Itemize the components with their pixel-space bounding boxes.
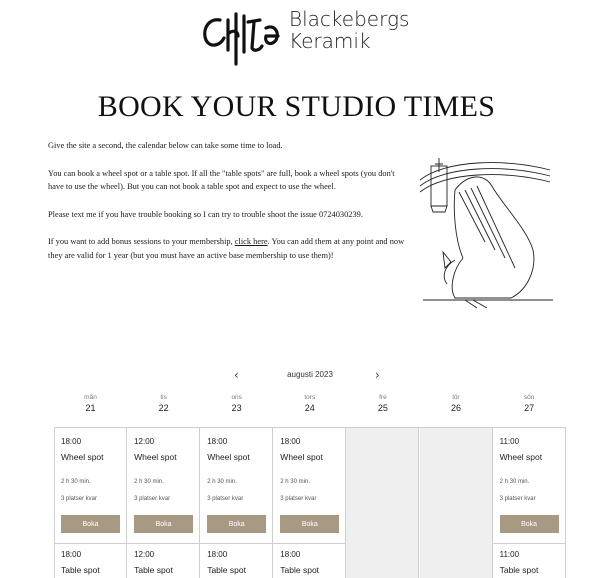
intro-paragraph-spots: You can book a wheel spot or a table spo… bbox=[48, 168, 395, 192]
day-name: mån bbox=[84, 394, 97, 401]
calendar-day-headers: mån 21 tis 22 ons 23 tors 24 fre 25 lör 26 sön 27 bbox=[54, 394, 566, 418]
slot-time: 18:00 bbox=[280, 437, 301, 446]
day-column bbox=[346, 428, 420, 578]
time-slot-table[interactable]: 18:00 Table spot bbox=[54, 544, 127, 578]
chevron-right-icon[interactable]: › bbox=[375, 368, 380, 382]
slot-time: 18:00 bbox=[207, 437, 228, 446]
brand-line-1: Blackebergs bbox=[289, 7, 410, 31]
book-button[interactable]: Boka bbox=[134, 515, 194, 533]
day-header: tors 24 bbox=[273, 394, 346, 415]
slot-availability: 3 platser kvar bbox=[280, 496, 317, 502]
site-header: Blackebergs Keramik bbox=[0, 0, 593, 80]
slot-service: Table spot bbox=[61, 565, 100, 575]
slot-service: Table spot bbox=[499, 565, 539, 575]
day-header: ons 23 bbox=[200, 394, 273, 415]
slot-time: 18:00 bbox=[280, 550, 301, 559]
book-button[interactable]: Boka bbox=[499, 515, 559, 533]
day-date: 27 bbox=[524, 403, 535, 413]
intro-paragraph-bonus: If you want to add bonus sessions to you… bbox=[48, 235, 406, 262]
slot-availability: 3 platser kvar bbox=[207, 496, 244, 502]
day-header: fre 25 bbox=[346, 394, 419, 415]
day-date: 21 bbox=[85, 403, 96, 413]
day-column: 11:00 Wheel spot 2 h 30 min. 3 platser kvar… bbox=[492, 428, 566, 578]
day-date: 25 bbox=[377, 403, 388, 413]
day-name: sön bbox=[523, 394, 535, 401]
slot-service: Wheel spot bbox=[61, 452, 104, 462]
day-header: mån 21 bbox=[54, 394, 127, 415]
day-name: lör bbox=[452, 394, 460, 401]
slot-service: Table spot bbox=[280, 565, 320, 575]
time-slot-table[interactable]: 12:00 Table spot bbox=[127, 544, 200, 578]
day-name: ons bbox=[231, 394, 242, 401]
slot-time: 12:00 bbox=[134, 550, 155, 559]
brand-line-2: Keramik bbox=[289, 29, 371, 53]
slot-time: 18:00 bbox=[61, 550, 82, 559]
logo-icon[interactable] bbox=[198, 6, 284, 68]
brand-name: Blackebergs Keramik bbox=[289, 8, 409, 52]
slot-duration: 2 h 30 min. bbox=[280, 479, 310, 485]
slot-service: Table spot bbox=[134, 565, 173, 575]
slot-availability: 3 platser kvar bbox=[134, 496, 171, 502]
day-header: sön 27 bbox=[493, 394, 566, 415]
day-name: tis bbox=[160, 394, 167, 401]
slot-service: Wheel spot bbox=[207, 452, 250, 462]
day-date: 24 bbox=[304, 403, 315, 413]
day-header: tis 22 bbox=[127, 394, 200, 415]
book-button[interactable]: Boka bbox=[61, 515, 120, 533]
day-name: tors bbox=[304, 394, 316, 401]
day-column: 18:00 Wheel spot 2 h 30 min. 3 platser kvar… bbox=[200, 428, 274, 578]
time-slot-wheel[interactable]: 18:00 Wheel spot 2 h 30 min. 3 platser kvar… bbox=[200, 428, 274, 544]
slot-duration: 2 h 30 min. bbox=[61, 479, 91, 485]
chevron-left-icon[interactable]: ‹ bbox=[234, 368, 239, 382]
book-button[interactable]: Boka bbox=[207, 515, 267, 533]
day-column: 12:00 Wheel spot 2 h 30 min. 3 platser kvar… bbox=[127, 428, 201, 578]
day-name: fre bbox=[379, 394, 387, 401]
time-slot-wheel[interactable]: 11:00 Wheel spot 2 h 30 min. 3 platser kvar… bbox=[492, 428, 566, 544]
slot-time: 18:00 bbox=[61, 437, 82, 446]
time-slot-wheel[interactable]: 18:00 Wheel spot 2 h 30 min. 3 platser kvar… bbox=[54, 428, 127, 544]
slot-duration: 2 h 30 min. bbox=[207, 479, 237, 485]
day-date: 22 bbox=[158, 403, 169, 413]
time-slot-table[interactable]: 18:00 Table spot bbox=[273, 544, 346, 578]
slot-duration: 2 h 30 min. bbox=[499, 479, 530, 485]
day-column: 18:00 Wheel spot 2 h 30 min. 3 platser kvar… bbox=[54, 428, 128, 578]
day-column bbox=[419, 428, 493, 578]
time-slot-table[interactable]: 11:00 Table spot bbox=[493, 544, 566, 578]
calendar-grid: 18:00 Wheel spot 2 h 30 min. 3 platser kvar… bbox=[54, 427, 566, 578]
time-slot-table[interactable]: 18:00 Table spot bbox=[200, 544, 273, 578]
slot-service: Wheel spot bbox=[134, 452, 177, 462]
slot-service: Table spot bbox=[207, 565, 246, 575]
click-here-link[interactable]: click here bbox=[235, 237, 268, 246]
slot-time: 11:00 bbox=[499, 550, 520, 559]
intro-text: Give the site a second, the calendar bel… bbox=[48, 139, 406, 277]
slot-time: 18:00 bbox=[207, 550, 228, 559]
slot-service: Wheel spot bbox=[280, 452, 323, 462]
day-date: 23 bbox=[231, 403, 242, 413]
slot-time: 11:00 bbox=[499, 437, 520, 446]
page-title: BOOK YOUR STUDIO TIMES bbox=[97, 90, 496, 123]
slot-duration: 2 h 30 min. bbox=[134, 479, 164, 485]
kneeling-figure-illustration bbox=[419, 158, 553, 309]
day-date: 26 bbox=[450, 403, 461, 413]
slot-service: Wheel spot bbox=[499, 452, 543, 462]
calendar-navigation: ‹ augusti 2023 › bbox=[0, 368, 593, 384]
day-header: lör 26 bbox=[420, 394, 493, 415]
slot-availability: 3 platser kvar bbox=[61, 496, 98, 502]
day-column: 18:00 Wheel spot 2 h 30 min. 3 platser kvar… bbox=[273, 428, 347, 578]
bonus-text-before: If you want to add bonus sessions to you… bbox=[48, 237, 235, 247]
intro-paragraph-load: Give the site a second, the calendar bel… bbox=[48, 141, 283, 150]
intro-paragraph-contact: Please text me if you have trouble booki… bbox=[48, 209, 363, 219]
slot-availability: 3 platser kvar bbox=[499, 496, 536, 502]
book-button[interactable]: Boka bbox=[280, 515, 340, 533]
calendar-month-label: augusti 2023 bbox=[287, 370, 333, 379]
slot-time: 12:00 bbox=[134, 437, 155, 446]
time-slot-wheel[interactable]: 18:00 Wheel spot 2 h 30 min. 3 platser kvar… bbox=[273, 428, 347, 544]
time-slot-wheel[interactable]: 12:00 Wheel spot 2 h 30 min. 3 platser kvar… bbox=[127, 428, 201, 544]
